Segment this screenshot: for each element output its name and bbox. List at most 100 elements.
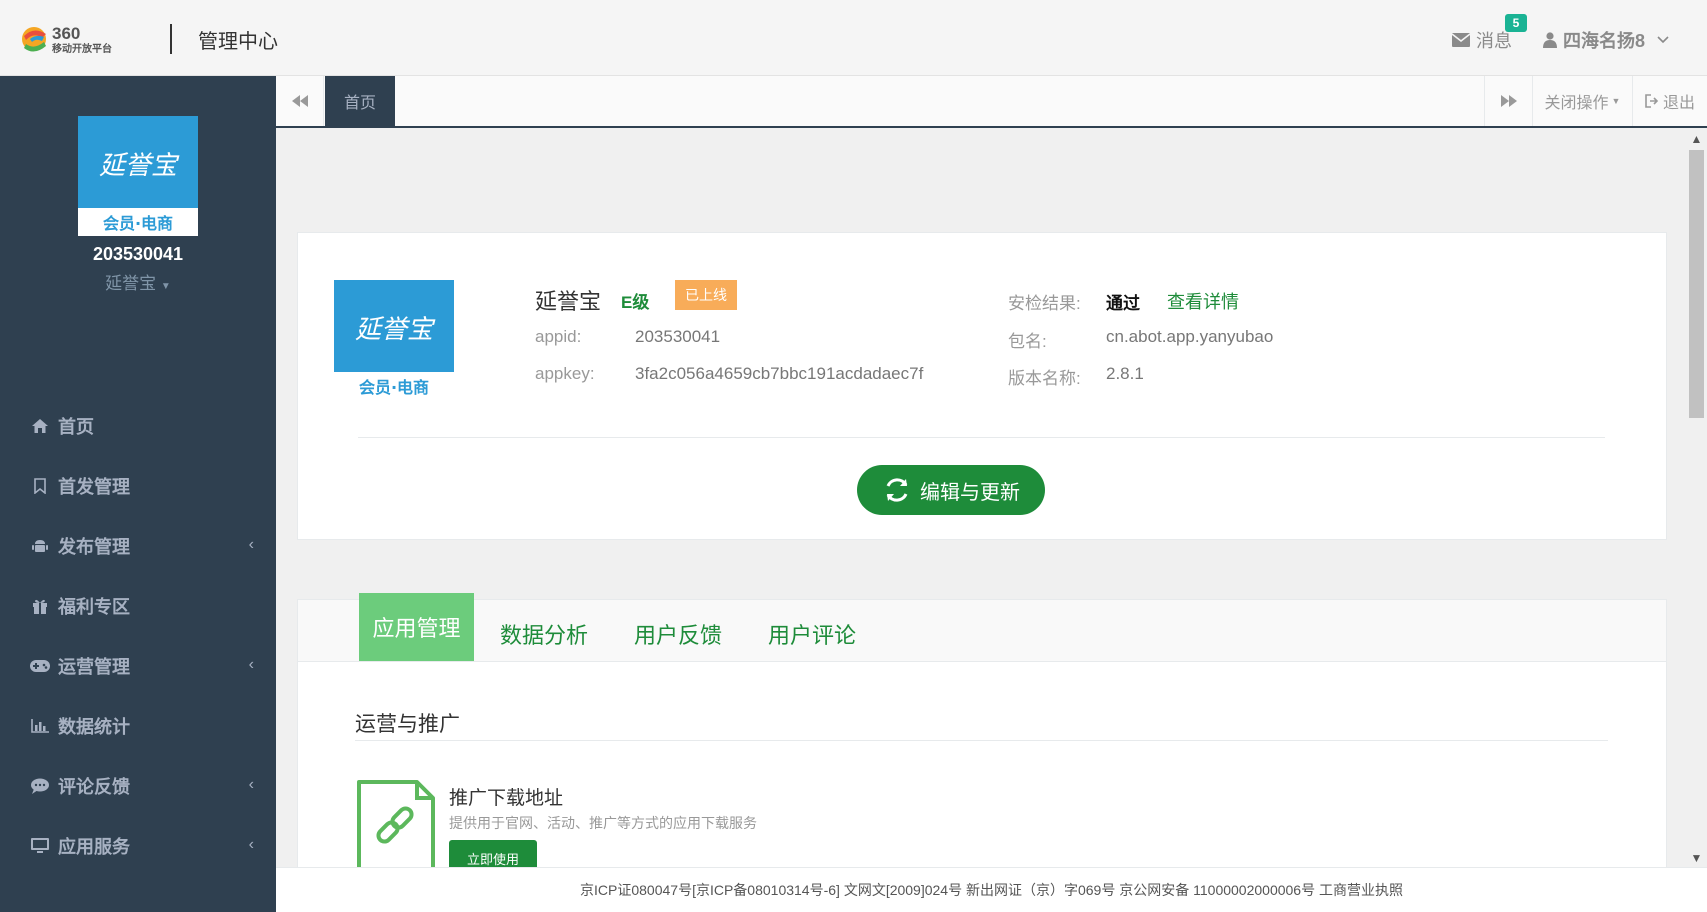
use-now-button[interactable]: 立即使用	[449, 840, 537, 867]
sidebar-item-operations[interactable]: 运营管理 ‹	[0, 636, 276, 696]
sidebar: 延誉宝 会员·电商 203530041 延誉宝 ▼ 首页 首发管理 发布管理 ‹	[0, 76, 276, 912]
app-status-badge: 已上线	[675, 280, 737, 310]
sidebar-item-statistics[interactable]: 数据统计	[0, 696, 276, 756]
username: 四海名扬8	[1563, 31, 1646, 51]
gift-icon	[30, 598, 50, 614]
sidebar-item-home[interactable]: 首页	[0, 396, 276, 456]
sign-out-icon	[1645, 94, 1659, 108]
section-title: 运营与推广	[355, 713, 460, 736]
sidebar-item-label: 发布管理	[58, 537, 130, 557]
gamepad-icon	[30, 660, 50, 672]
logo-text: 360	[52, 24, 80, 43]
package-label: 包名:	[1008, 332, 1047, 351]
exit-button[interactable]: 退出	[1632, 76, 1707, 126]
package-value: cn.abot.app.yanyubao	[1106, 327, 1274, 346]
caret-down-icon: ▼	[1611, 96, 1621, 106]
section-divider	[355, 740, 1608, 741]
refresh-icon	[886, 478, 908, 502]
app-icon: 延誉宝 会员·电商	[334, 280, 454, 400]
appkey-value: 3fa2c056a4659cb7bbc191acdadaec7f	[635, 364, 924, 383]
appid-value: 203530041	[635, 327, 721, 346]
scroll-down-arrow-icon[interactable]: ▼	[1686, 849, 1707, 867]
security-result: 通过	[1106, 294, 1140, 313]
caret-down-icon: ▼	[160, 281, 171, 292]
avatar-tagline: 会员·电商	[103, 214, 173, 233]
sidebar-item-label: 运营管理	[58, 657, 130, 677]
sidebar-item-label: 首页	[58, 417, 94, 437]
sidebar-item-app-services[interactable]: 应用服务 ‹	[0, 816, 276, 876]
double-right-arrow-icon	[1500, 95, 1517, 107]
sidebar-item-label: 评论反馈	[58, 777, 130, 797]
sidebar-item-comments[interactable]: 评论反馈 ‹	[0, 756, 276, 816]
bar-chart-icon	[30, 719, 50, 733]
android-icon	[30, 538, 50, 554]
divider	[358, 437, 1605, 438]
scroll-thumb[interactable]	[1689, 150, 1704, 418]
sidebar-app-name: 延誉宝	[105, 274, 157, 293]
close-operations-label: 关闭操作	[1544, 95, 1609, 112]
chevron-left-icon: ‹	[248, 776, 254, 793]
home-icon	[30, 419, 50, 433]
tab-app-management[interactable]: 应用管理	[359, 593, 474, 661]
app-grade: E级	[621, 293, 650, 312]
version-value: 2.8.1	[1106, 364, 1144, 383]
double-left-arrow-icon	[291, 95, 308, 107]
desktop-icon	[30, 838, 50, 854]
chevron-left-icon: ‹	[248, 656, 254, 673]
view-details-link[interactable]: 查看详情	[1167, 288, 1239, 314]
promo-title: 推广下载地址	[449, 788, 564, 809]
chevron-down-icon	[1657, 36, 1669, 44]
exit-label: 退出	[1662, 95, 1695, 112]
appid-label: appid:	[535, 327, 582, 346]
messages-button[interactable]: 消息	[1452, 27, 1512, 53]
promo-description: 提供用于官网、活动、推广等方式的应用下载服务	[449, 815, 757, 831]
link-document-icon	[357, 780, 435, 867]
edit-update-button[interactable]: 编辑与更新	[857, 465, 1045, 515]
tab-home[interactable]: 首页	[325, 76, 395, 126]
main-content: 延誉宝 会员·电商 延誉宝 E级 已上线 appid: 203530041 ap…	[276, 130, 1686, 867]
app-icon-tagline: 会员·电商	[359, 378, 429, 397]
sidebar-item-label: 应用服务	[58, 837, 130, 857]
tab-data-analysis[interactable]: 数据分析	[500, 618, 588, 650]
logo-subtext: 移动开放平台	[52, 42, 112, 55]
content-scrollbar[interactable]: ▲ ▼	[1686, 130, 1707, 867]
app-name: 延誉宝	[535, 289, 602, 314]
app-management-card: 应用管理 数据分析 用户反馈 用户评论 运营与推广 推广下载地址 提供用于官网、…	[297, 593, 1667, 867]
sidebar-item-welfare[interactable]: 福利专区	[0, 576, 276, 636]
user-menu[interactable]: 四海名扬8	[1543, 27, 1669, 53]
envelope-icon	[1452, 33, 1470, 47]
sidebar-item-label: 数据统计	[58, 717, 130, 737]
tab-scroll-left-button[interactable]	[276, 76, 324, 126]
scroll-up-arrow-icon[interactable]: ▲	[1686, 130, 1707, 148]
360-logo[interactable]: 360 移动开放平台	[20, 22, 140, 56]
close-operations-dropdown[interactable]: 关闭操作 ▼	[1532, 76, 1632, 126]
sidebar-item-publish[interactable]: 发布管理 ‹	[0, 516, 276, 576]
security-label: 安检结果:	[1008, 294, 1081, 313]
tab-scroll-right-button[interactable]	[1484, 76, 1532, 126]
app-icon-name: 延誉宝	[355, 315, 436, 345]
comment-icon	[30, 778, 50, 794]
top-header: 360 移动开放平台 管理中心 消息 5 四海名扬8	[0, 0, 1707, 76]
sidebar-item-first-release[interactable]: 首发管理	[0, 456, 276, 516]
app-avatar[interactable]: 延誉宝 会员·电商	[78, 116, 198, 236]
tab-user-reviews[interactable]: 用户评论	[768, 618, 856, 650]
sidebar-app-id: 203530041	[92, 244, 184, 264]
page-title: 管理中心	[198, 31, 278, 53]
management-tabs: 应用管理 数据分析 用户反馈 用户评论	[298, 593, 1666, 662]
user-icon	[1543, 32, 1557, 48]
sidebar-nav: 首页 首发管理 发布管理 ‹ 福利专区 运营管理 ‹ 数据统计 评论反馈 ‹ 应…	[0, 396, 276, 876]
chevron-left-icon: ‹	[248, 536, 254, 553]
chevron-left-icon: ‹	[248, 836, 254, 853]
tab-bar: 首页 关闭操作 ▼ 退出	[276, 76, 1707, 128]
bookmark-icon	[30, 478, 50, 494]
sidebar-app-name-dropdown[interactable]: 延誉宝 ▼	[0, 269, 276, 294]
edit-update-label: 编辑与更新	[920, 481, 1020, 504]
appkey-label: appkey:	[535, 364, 595, 383]
footer-license-text: 京ICP证080047号[京ICP备08010314号-6] 文网文[2009]…	[276, 867, 1707, 912]
version-label: 版本名称:	[1008, 369, 1081, 388]
messages-count-badge: 5	[1505, 14, 1527, 32]
app-info-card: 延誉宝 会员·电商 延誉宝 E级 已上线 appid: 203530041 ap…	[297, 232, 1667, 540]
sidebar-item-label: 首发管理	[58, 477, 130, 497]
header-divider	[170, 24, 172, 54]
tab-user-feedback[interactable]: 用户反馈	[634, 618, 722, 650]
